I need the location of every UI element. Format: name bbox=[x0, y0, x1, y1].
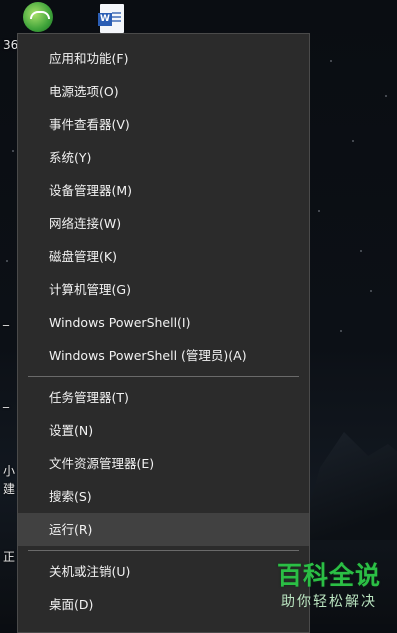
watermark-title: 百科全说 bbox=[276, 561, 381, 590]
menu-item-file-explorer[interactable]: 文件资源管理器(E) bbox=[18, 447, 309, 480]
menu-item-powershell-admin[interactable]: Windows PowerShell (管理员)(A) bbox=[18, 339, 309, 372]
menu-item-disk-management[interactable]: 磁盘管理(K) bbox=[18, 240, 309, 273]
menu-item-network-connections[interactable]: 网络连接(W) bbox=[18, 207, 309, 240]
menu-item-system[interactable]: 系统(Y) bbox=[18, 141, 309, 174]
winx-context-menu: 应用和功能(F) 电源选项(O) 事件查看器(V) 系统(Y) 设备管理器(M)… bbox=[17, 33, 310, 633]
menu-separator bbox=[28, 550, 299, 551]
desktop-label-fragment: _ bbox=[3, 394, 9, 408]
menu-item-task-manager[interactable]: 任务管理器(T) bbox=[18, 381, 309, 414]
word-document-icon[interactable]: W bbox=[98, 4, 124, 33]
menu-item-computer-management[interactable]: 计算机管理(G) bbox=[18, 273, 309, 306]
watermark-subtitle: 助你轻松解决 bbox=[281, 594, 377, 610]
baike-watermark: 百科全说 助你轻松解决 bbox=[265, 560, 393, 616]
desktop-label-fragment: 小 bbox=[3, 464, 16, 478]
menu-item-powershell[interactable]: Windows PowerShell(I) bbox=[18, 306, 309, 339]
menu-item-search[interactable]: 搜索(S) bbox=[18, 480, 309, 513]
menu-item-event-viewer[interactable]: 事件查看器(V) bbox=[18, 108, 309, 141]
desktop-icon-label: 36 bbox=[3, 38, 19, 52]
menu-item-run[interactable]: 运行(R) bbox=[18, 513, 309, 546]
menu-separator bbox=[28, 376, 299, 377]
menu-item-settings[interactable]: 设置(N) bbox=[18, 414, 309, 447]
menu-item-apps-and-features[interactable]: 应用和功能(F) bbox=[18, 42, 309, 75]
desktop-label-fragment: 正 bbox=[3, 550, 16, 564]
menu-item-power-options[interactable]: 电源选项(O) bbox=[18, 75, 309, 108]
wallpaper-mountain bbox=[300, 432, 397, 540]
desktop-label-fragment: _ bbox=[3, 312, 9, 326]
menu-item-device-manager[interactable]: 设备管理器(M) bbox=[18, 174, 309, 207]
word-logo-icon: W bbox=[98, 13, 112, 26]
360-browser-icon[interactable] bbox=[23, 2, 53, 32]
desktop-label-fragment: 建 bbox=[3, 482, 16, 496]
